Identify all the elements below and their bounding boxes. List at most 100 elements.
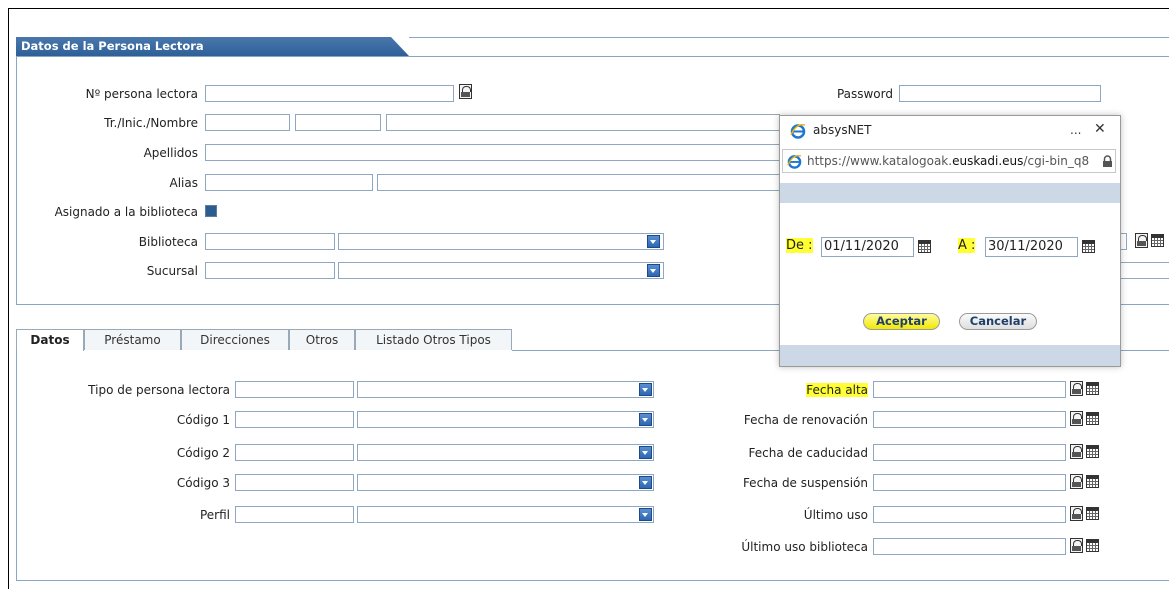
dialog-bottom-band <box>780 345 1120 366</box>
ie-icon <box>790 124 806 139</box>
chevron-down-icon[interactable] <box>639 476 652 489</box>
alias-input-2[interactable] <box>377 174 780 191</box>
chevron-down-icon[interactable] <box>647 235 660 248</box>
lock-icon[interactable] <box>459 84 472 99</box>
from-label: De : <box>786 238 813 253</box>
calendar-icon[interactable] <box>1151 234 1164 247</box>
reader-type-select[interactable] <box>357 381 654 398</box>
calendar-icon[interactable] <box>1086 382 1099 395</box>
code3-label: Código 3 <box>176 476 230 490</box>
alias-label: Alias <box>169 176 198 190</box>
tab-otros[interactable]: Otros <box>289 329 355 350</box>
calendar-icon[interactable] <box>1082 240 1095 253</box>
surnames-label: Apellidos <box>143 146 198 160</box>
assigned-label: Asignado a la biblioteca <box>54 205 198 219</box>
url-text: https://www.katalogoak.euskadi.eus/cgi-b… <box>807 154 1089 168</box>
treatment-input[interactable] <box>205 114 290 131</box>
tab-listado-otros-tipos[interactable]: Listado Otros Tipos <box>355 329 512 350</box>
suspension-date-input[interactable] <box>873 474 1066 491</box>
to-date-input[interactable]: 30/11/2020 <box>985 237 1078 257</box>
dialog-top-band <box>780 183 1120 203</box>
calendar-icon[interactable] <box>1086 539 1099 552</box>
section-title: Datos de la Persona Lectora <box>21 39 204 53</box>
lock-icon[interactable] <box>1070 538 1083 553</box>
registration-date-input[interactable] <box>873 381 1066 398</box>
renewal-date-label: Fecha de renovación <box>743 413 868 427</box>
accept-button[interactable]: Aceptar <box>863 313 940 330</box>
chevron-down-icon[interactable] <box>647 264 660 277</box>
close-icon[interactable]: ✕ <box>1094 121 1106 137</box>
branch-code-input[interactable] <box>205 262 335 279</box>
password-label: Password <box>836 87 893 101</box>
calendar-icon[interactable] <box>1086 445 1099 458</box>
code2-label: Código 2 <box>176 446 230 460</box>
lock-icon[interactable] <box>1135 233 1148 248</box>
calendar-icon[interactable] <box>918 240 931 253</box>
renewal-date-input[interactable] <box>873 411 1066 428</box>
lock-icon[interactable] <box>1070 474 1083 489</box>
to-label-text: A : <box>958 238 976 253</box>
header-line <box>409 37 1169 38</box>
reader-type-code-input[interactable] <box>235 381 354 398</box>
first-name-input[interactable] <box>386 114 780 131</box>
chevron-down-icon[interactable] <box>639 413 652 426</box>
from-label-text: De : <box>786 238 813 253</box>
expiry-date-input[interactable] <box>873 444 1066 461</box>
profile-select[interactable] <box>357 506 654 523</box>
library-code-input[interactable] <box>205 233 335 250</box>
reader-number-input[interactable] <box>205 85 454 102</box>
calendar-icon[interactable] <box>1086 412 1099 425</box>
last-use-library-label: Último uso biblioteca <box>741 540 868 554</box>
code2-select[interactable] <box>357 444 654 461</box>
expiry-date-label: Fecha de caducidad <box>748 446 868 460</box>
tab-datos[interactable]: Datos <box>16 329 84 351</box>
chevron-down-icon[interactable] <box>639 383 652 396</box>
profile-input[interactable] <box>235 506 354 523</box>
code1-label: Código 1 <box>176 413 230 427</box>
to-label: A : <box>958 238 976 253</box>
tab-prestamo[interactable]: Préstamo <box>84 329 181 350</box>
code1-select[interactable] <box>357 411 654 428</box>
code2-input[interactable] <box>235 444 354 461</box>
more-menu-icon[interactable]: ... <box>1070 123 1081 137</box>
lock-icon[interactable] <box>1070 444 1083 459</box>
reader-number-label: Nº persona lectora <box>85 87 198 101</box>
lock-icon[interactable] <box>1070 506 1083 521</box>
assigned-checkbox[interactable] <box>205 205 217 217</box>
registration-date-label: Fecha alta <box>680 383 868 397</box>
lock-icon[interactable] <box>1070 411 1083 426</box>
initials-input[interactable] <box>295 114 381 131</box>
alias-input-1[interactable] <box>205 174 373 191</box>
calendar-icon[interactable] <box>1086 507 1099 520</box>
code3-select[interactable] <box>357 474 654 491</box>
chevron-down-icon[interactable] <box>639 446 652 459</box>
name-label: Tr./Inic./Nombre <box>104 116 198 130</box>
surnames-input[interactable] <box>205 144 780 161</box>
last-use-library-input[interactable] <box>873 538 1066 555</box>
dialog-title: absysNET <box>813 123 872 137</box>
padlock-icon <box>1103 155 1112 167</box>
branch-label: Sucursal <box>146 264 198 278</box>
tab-direcciones[interactable]: Direcciones <box>181 329 289 350</box>
reader-type-label: Tipo de persona lectora <box>88 383 230 397</box>
lock-icon[interactable] <box>1070 381 1083 396</box>
last-use-label: Último uso <box>803 508 868 522</box>
last-use-input[interactable] <box>873 506 1066 523</box>
password-input[interactable] <box>899 85 1101 102</box>
url-domain: euskadi.eus <box>952 154 1024 168</box>
registration-date-highlight: Fecha alta <box>806 383 868 397</box>
partial-input[interactable] <box>1115 262 1169 279</box>
from-date-input[interactable]: 01/11/2020 <box>821 237 914 257</box>
code3-input[interactable] <box>235 474 354 491</box>
calendar-icon[interactable] <box>1086 475 1099 488</box>
profile-label: Perfil <box>199 508 230 522</box>
suspension-date-label: Fecha de suspensión <box>742 476 868 490</box>
cancel-button[interactable]: Cancelar <box>959 313 1037 330</box>
branch-select[interactable] <box>338 262 664 279</box>
url-prefix: https://www.katalogoak. <box>807 154 953 168</box>
library-select[interactable] <box>338 233 664 250</box>
ie-icon <box>787 154 802 169</box>
code1-input[interactable] <box>235 411 354 428</box>
address-bar[interactable]: https://www.katalogoak.euskadi.eus/cgi-b… <box>782 149 1116 173</box>
chevron-down-icon[interactable] <box>639 508 652 521</box>
